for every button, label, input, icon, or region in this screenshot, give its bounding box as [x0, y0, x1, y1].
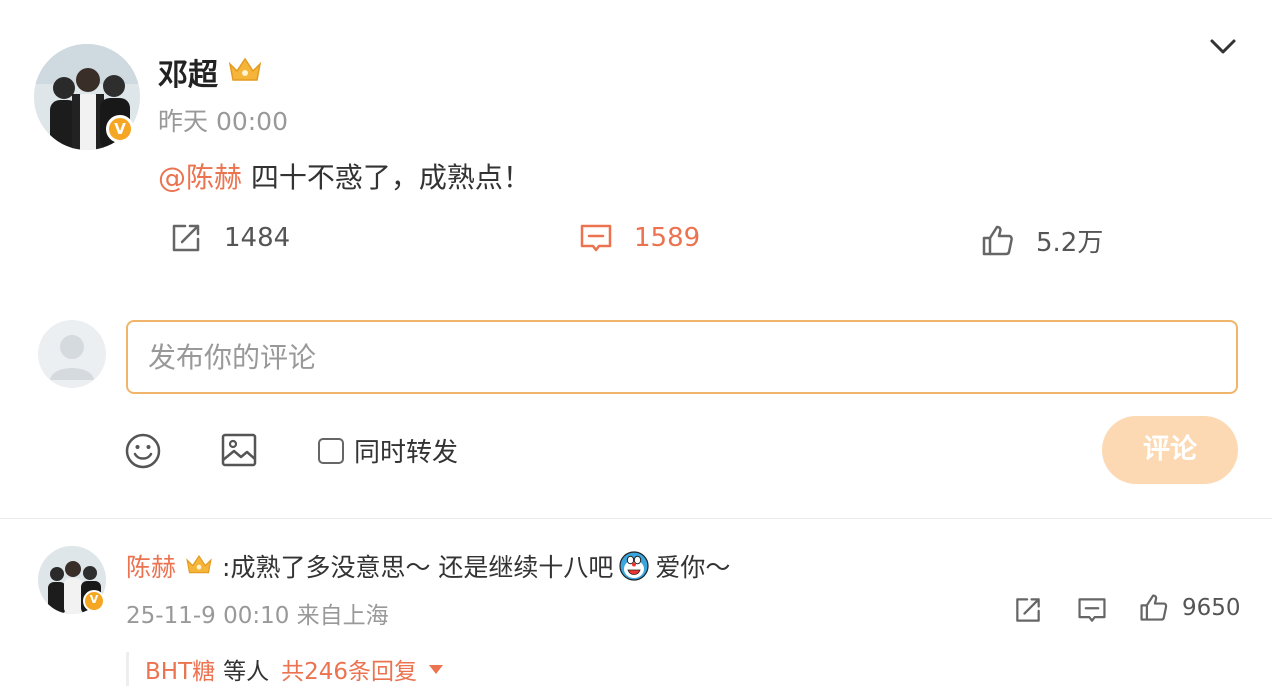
replies-summary[interactable]: BHT糖 等人 共246条回复 [126, 652, 444, 686]
doraemon-emoji-icon [619, 551, 649, 581]
repost-icon [172, 224, 200, 252]
caret-down-icon [429, 664, 444, 674]
verified-badge-icon: V [83, 590, 105, 612]
comment-text-tail: 爱你～ [655, 553, 731, 582]
comment-like-button[interactable]: 9650 [1138, 592, 1241, 624]
chevron-down-icon[interactable] [1208, 36, 1238, 58]
crown-badge-icon [186, 555, 212, 574]
commenter-name[interactable]: 陈赫 [126, 548, 176, 584]
thumbs-up-icon [1140, 594, 1168, 621]
current-user-avatar [38, 320, 106, 388]
comment-like-count: 9650 [1182, 595, 1241, 621]
comment-button[interactable]: 1589 [578, 220, 700, 256]
comment-content: 陈赫 :成熟了多没意思～ 还是继续十八吧 爱你～ [126, 548, 730, 584]
repost-button[interactable]: 1484 [168, 220, 290, 256]
replies-count-link[interactable]: 共246条回复 [281, 652, 417, 686]
also-repost-label: 同时转发 [354, 438, 459, 468]
image-icon[interactable] [220, 432, 258, 468]
submit-comment-button[interactable]: 评论 [1102, 416, 1238, 484]
thumbs-up-icon [982, 225, 1013, 255]
mention-link[interactable]: @陈赫 [158, 161, 242, 194]
comment-text: :成熟了多没意思～ 还是继续十八吧 [222, 553, 614, 582]
also-repost-checkbox[interactable] [318, 437, 344, 464]
also-repost-option[interactable]: 同时转发 [318, 432, 458, 469]
emoji-icon[interactable] [124, 432, 162, 470]
crown-badge-icon [228, 57, 262, 81]
repost-count: 1484 [224, 223, 291, 253]
comment-reply-icon[interactable] [1076, 594, 1108, 626]
verified-badge-icon: V [106, 115, 134, 143]
replies-etc-label: 等人 [223, 659, 270, 685]
divider [0, 518, 1272, 519]
comment-repost-icon[interactable] [1012, 594, 1044, 626]
like-button[interactable]: 5.2万 [980, 222, 1103, 259]
like-count: 5.2万 [1036, 228, 1104, 258]
author-name[interactable]: 邓超 [158, 50, 218, 94]
post-timestamp: 昨天 00:00 [158, 107, 288, 136]
comment-input[interactable] [126, 320, 1238, 394]
post-content: @陈赫 四十不惑了，成熟点！ [158, 156, 531, 196]
comment-meta: 25-11-9 00:10 来自上海 [126, 603, 389, 629]
comment-icon [580, 224, 612, 252]
first-replier-name[interactable]: BHT糖 [145, 652, 215, 686]
comment-count: 1589 [634, 223, 701, 253]
post-text: 四十不惑了，成熟点！ [242, 161, 531, 194]
